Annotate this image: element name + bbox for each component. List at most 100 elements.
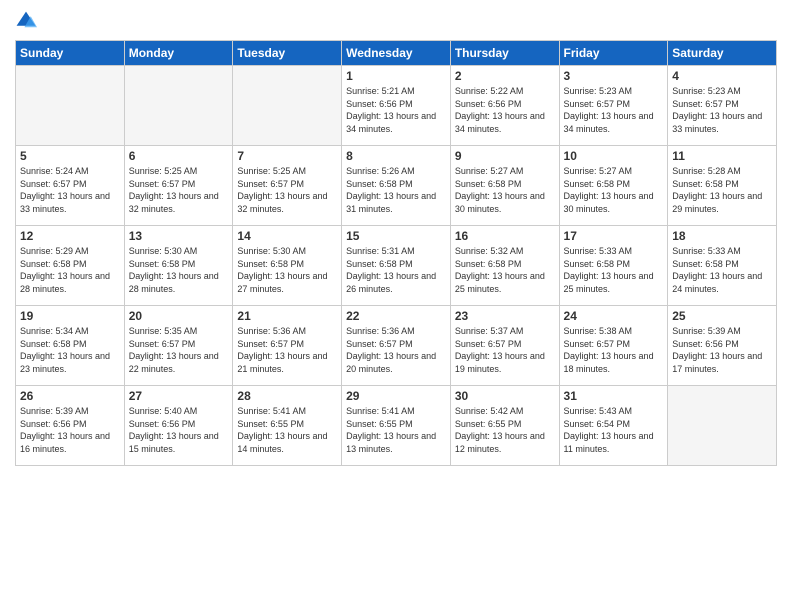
logo	[15, 10, 41, 32]
day-number: 2	[455, 69, 555, 83]
day-number: 21	[237, 309, 337, 323]
day-info: Sunrise: 5:33 AMSunset: 6:58 PMDaylight:…	[564, 245, 664, 295]
day-number: 11	[672, 149, 772, 163]
week-row-3: 12Sunrise: 5:29 AMSunset: 6:58 PMDayligh…	[16, 226, 777, 306]
day-cell: 5 Sunrise: 5:24 AMSunset: 6:57 PMDaylight…	[16, 146, 125, 226]
day-info: Sunrise: 5:33 AMSunset: 6:58 PMDaylight:…	[672, 245, 772, 295]
week-row-5: 26 Sunrise: 5:39 AMSunset: 6:56 PMDayligh…	[16, 386, 777, 466]
day-header-sunday: Sunday	[16, 41, 125, 66]
day-info: Sunrise: 5:34 AMSunset: 6:58 PMDaylight:…	[20, 325, 120, 375]
day-header-tuesday: Tuesday	[233, 41, 342, 66]
day-header-wednesday: Wednesday	[342, 41, 451, 66]
day-info: Sunrise: 5:29 AMSunset: 6:58 PMDaylight:…	[20, 245, 120, 295]
day-cell: 28 Sunrise: 5:41 AMSunset: 6:55 PMDayligh…	[233, 386, 342, 466]
day-cell: 22Sunrise: 5:36 AMSunset: 6:57 PMDayligh…	[342, 306, 451, 386]
day-cell: 11 Sunrise: 5:28 AMSunset: 6:58 PMDayligh…	[668, 146, 777, 226]
day-cell: 13 Sunrise: 5:30 AMSunset: 6:58 PMDayligh…	[124, 226, 233, 306]
day-number: 25	[672, 309, 772, 323]
day-cell: 8Sunrise: 5:26 AMSunset: 6:58 PMDaylight…	[342, 146, 451, 226]
day-number: 27	[129, 389, 229, 403]
day-info: Sunrise: 5:38 AMSunset: 6:57 PMDaylight:…	[564, 325, 664, 375]
day-cell: 1 Sunrise: 5:21 AMSunset: 6:56 PMDaylight…	[342, 66, 451, 146]
day-cell: 24 Sunrise: 5:38 AMSunset: 6:57 PMDayligh…	[559, 306, 668, 386]
day-header-friday: Friday	[559, 41, 668, 66]
day-cell: 12Sunrise: 5:29 AMSunset: 6:58 PMDayligh…	[16, 226, 125, 306]
day-number: 10	[564, 149, 664, 163]
day-cell: 4 Sunrise: 5:23 AMSunset: 6:57 PMDaylight…	[668, 66, 777, 146]
day-cell: 17 Sunrise: 5:33 AMSunset: 6:58 PMDayligh…	[559, 226, 668, 306]
day-info: Sunrise: 5:30 AMSunset: 6:58 PMDaylight:…	[129, 245, 229, 295]
day-cell: 2 Sunrise: 5:22 AMSunset: 6:56 PMDaylight…	[450, 66, 559, 146]
day-info: Sunrise: 5:36 AMSunset: 6:57 PMDaylight:…	[237, 325, 337, 375]
day-number: 22	[346, 309, 446, 323]
day-headers: SundayMondayTuesdayWednesdayThursdayFrid…	[16, 41, 777, 66]
day-cell: 16 Sunrise: 5:32 AMSunset: 6:58 PMDayligh…	[450, 226, 559, 306]
week-row-4: 19Sunrise: 5:34 AMSunset: 6:58 PMDayligh…	[16, 306, 777, 386]
calendar-table: SundayMondayTuesdayWednesdayThursdayFrid…	[15, 40, 777, 466]
header	[15, 10, 777, 32]
day-cell: 10 Sunrise: 5:27 AMSunset: 6:58 PMDayligh…	[559, 146, 668, 226]
day-info: Sunrise: 5:22 AMSunset: 6:56 PMDaylight:…	[455, 85, 555, 135]
day-number: 17	[564, 229, 664, 243]
day-number: 9	[455, 149, 555, 163]
day-cell	[668, 386, 777, 466]
day-cell: 25 Sunrise: 5:39 AMSunset: 6:56 PMDayligh…	[668, 306, 777, 386]
day-cell: 19Sunrise: 5:34 AMSunset: 6:58 PMDayligh…	[16, 306, 125, 386]
day-info: Sunrise: 5:32 AMSunset: 6:58 PMDaylight:…	[455, 245, 555, 295]
day-cell: 3 Sunrise: 5:23 AMSunset: 6:57 PMDaylight…	[559, 66, 668, 146]
day-number: 14	[237, 229, 337, 243]
day-number: 6	[129, 149, 229, 163]
day-number: 18	[672, 229, 772, 243]
day-number: 23	[455, 309, 555, 323]
day-cell: 18 Sunrise: 5:33 AMSunset: 6:58 PMDayligh…	[668, 226, 777, 306]
day-number: 3	[564, 69, 664, 83]
day-info: Sunrise: 5:27 AMSunset: 6:58 PMDaylight:…	[455, 165, 555, 215]
day-cell: 9 Sunrise: 5:27 AMSunset: 6:58 PMDaylight…	[450, 146, 559, 226]
day-info: Sunrise: 5:28 AMSunset: 6:58 PMDaylight:…	[672, 165, 772, 215]
day-number: 1	[346, 69, 446, 83]
day-number: 29	[346, 389, 446, 403]
day-number: 16	[455, 229, 555, 243]
day-info: Sunrise: 5:23 AMSunset: 6:57 PMDaylight:…	[672, 85, 772, 135]
day-info: Sunrise: 5:39 AMSunset: 6:56 PMDaylight:…	[20, 405, 120, 455]
day-info: Sunrise: 5:41 AMSunset: 6:55 PMDaylight:…	[237, 405, 337, 455]
day-number: 13	[129, 229, 229, 243]
day-info: Sunrise: 5:25 AMSunset: 6:57 PMDaylight:…	[129, 165, 229, 215]
day-cell: 6 Sunrise: 5:25 AMSunset: 6:57 PMDaylight…	[124, 146, 233, 226]
day-cell	[124, 66, 233, 146]
day-info: Sunrise: 5:40 AMSunset: 6:56 PMDaylight:…	[129, 405, 229, 455]
day-number: 7	[237, 149, 337, 163]
day-number: 24	[564, 309, 664, 323]
day-info: Sunrise: 5:43 AMSunset: 6:54 PMDaylight:…	[564, 405, 664, 455]
day-cell: 15 Sunrise: 5:31 AMSunset: 6:58 PMDayligh…	[342, 226, 451, 306]
day-info: Sunrise: 5:21 AMSunset: 6:56 PMDaylight:…	[346, 85, 446, 135]
day-cell: 29 Sunrise: 5:41 AMSunset: 6:55 PMDayligh…	[342, 386, 451, 466]
day-info: Sunrise: 5:35 AMSunset: 6:57 PMDaylight:…	[129, 325, 229, 375]
logo-icon	[15, 10, 37, 32]
day-info: Sunrise: 5:30 AMSunset: 6:58 PMDaylight:…	[237, 245, 337, 295]
day-info: Sunrise: 5:24 AMSunset: 6:57 PMDaylight:…	[20, 165, 120, 215]
day-number: 26	[20, 389, 120, 403]
day-number: 5	[20, 149, 120, 163]
day-header-thursday: Thursday	[450, 41, 559, 66]
day-number: 8	[346, 149, 446, 163]
day-info: Sunrise: 5:39 AMSunset: 6:56 PMDaylight:…	[672, 325, 772, 375]
day-number: 30	[455, 389, 555, 403]
day-info: Sunrise: 5:23 AMSunset: 6:57 PMDaylight:…	[564, 85, 664, 135]
day-header-monday: Monday	[124, 41, 233, 66]
day-cell: 23Sunrise: 5:37 AMSunset: 6:57 PMDayligh…	[450, 306, 559, 386]
day-info: Sunrise: 5:27 AMSunset: 6:58 PMDaylight:…	[564, 165, 664, 215]
day-number: 4	[672, 69, 772, 83]
day-info: Sunrise: 5:25 AMSunset: 6:57 PMDaylight:…	[237, 165, 337, 215]
page: SundayMondayTuesdayWednesdayThursdayFrid…	[0, 0, 792, 612]
day-info: Sunrise: 5:31 AMSunset: 6:58 PMDaylight:…	[346, 245, 446, 295]
day-info: Sunrise: 5:41 AMSunset: 6:55 PMDaylight:…	[346, 405, 446, 455]
day-number: 28	[237, 389, 337, 403]
day-cell: 26 Sunrise: 5:39 AMSunset: 6:56 PMDayligh…	[16, 386, 125, 466]
day-cell: 21 Sunrise: 5:36 AMSunset: 6:57 PMDayligh…	[233, 306, 342, 386]
day-cell: 7 Sunrise: 5:25 AMSunset: 6:57 PMDaylight…	[233, 146, 342, 226]
day-cell: 27 Sunrise: 5:40 AMSunset: 6:56 PMDayligh…	[124, 386, 233, 466]
day-number: 15	[346, 229, 446, 243]
week-row-2: 5 Sunrise: 5:24 AMSunset: 6:57 PMDaylight…	[16, 146, 777, 226]
day-cell: 30Sunrise: 5:42 AMSunset: 6:55 PMDayligh…	[450, 386, 559, 466]
